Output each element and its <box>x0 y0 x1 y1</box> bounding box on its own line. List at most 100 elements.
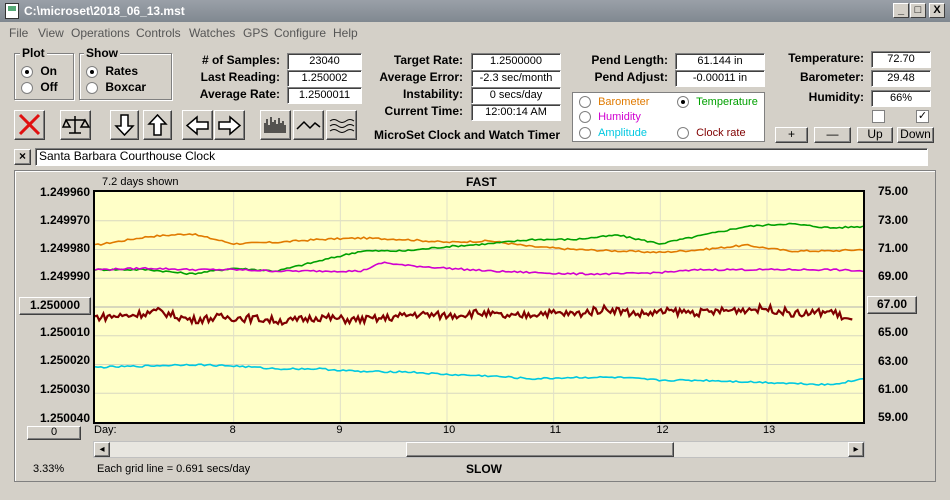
barometer-option[interactable]: Barometer <box>579 96 649 109</box>
last-reading-label: Last Reading: <box>200 70 280 84</box>
days-shown-label: 7.2 days shown <box>102 176 179 188</box>
app-icon <box>5 3 19 19</box>
right-axis-label: 75.00 <box>877 184 908 198</box>
plot-off-label: Off <box>40 80 58 94</box>
average-rate-label: Average Rate: <box>199 87 280 101</box>
center-rate-button[interactable]: 1.250000 <box>19 297 91 315</box>
clock-name-input[interactable]: Santa Barbara Courthouse Clock <box>35 148 928 166</box>
bars-view-button[interactable] <box>260 110 291 140</box>
arrow-down-icon <box>114 114 135 137</box>
samples-label: # of Samples: <box>201 53 280 67</box>
window-title: C:\microset\2018_06_13.mst <box>24 4 185 18</box>
scale-up-button[interactable]: Up <box>857 127 893 143</box>
humidity-option-label: Humidity <box>598 111 641 123</box>
right-axis-label: 73.00 <box>877 213 908 227</box>
center-temperature-button[interactable]: 67.00 <box>867 296 917 314</box>
current-time-field: 12:00:14 AM <box>471 104 561 121</box>
instability-field: 0 secs/day <box>471 87 561 104</box>
show-boxcar-radio[interactable] <box>86 81 98 94</box>
scroll-right-button[interactable] <box>214 110 245 140</box>
average-error-field: -2.3 sec/month <box>471 70 561 87</box>
multi-wave-button[interactable] <box>326 110 357 140</box>
scroll-left-arrow[interactable]: ◂ <box>94 442 110 457</box>
plot-on-radio[interactable] <box>21 65 33 78</box>
show-rates-radio[interactable] <box>86 65 98 78</box>
humidity-radio[interactable] <box>579 111 591 124</box>
target-rate-label: Target Rate: <box>393 53 463 67</box>
amplitude-option[interactable]: Amplitude <box>579 127 647 140</box>
menu-watches[interactable]: Watches <box>189 26 235 40</box>
barometer-label: Barometer: <box>799 70 864 84</box>
left-axis-label: 1.250030 <box>39 382 90 396</box>
close-button[interactable]: X <box>929 3 945 18</box>
scale-plus-button[interactable]: + <box>775 127 808 143</box>
scroll-right-arrow[interactable]: ▸ <box>848 442 864 457</box>
temperature-option[interactable]: Temperature <box>677 96 758 109</box>
menu-configure[interactable]: Configure <box>274 26 326 40</box>
x-tick-label: 13 <box>763 424 776 436</box>
menu-gps[interactable]: GPS <box>243 26 268 40</box>
amplitude-radio[interactable] <box>579 127 591 140</box>
clock-rate-option[interactable]: Clock rate <box>677 127 746 140</box>
show-rates-option[interactable]: Rates <box>86 64 138 78</box>
scroll-up-button[interactable] <box>143 110 172 140</box>
humidity-option[interactable]: Humidity <box>579 111 641 124</box>
series-line-4 <box>95 301 853 327</box>
option-checkbox-2[interactable]: ✓ <box>916 110 929 123</box>
pend-adjust-label: Pend Adjust: <box>594 70 668 84</box>
right-axis-label: 63.00 <box>877 354 908 368</box>
scale-down-button[interactable]: Down <box>897 127 934 143</box>
left-axis-label: 1.249970 <box>39 213 90 227</box>
series-line-3 <box>95 261 863 276</box>
temperature-label: Temperature: <box>788 51 864 65</box>
clock-name-close-button[interactable]: × <box>14 149 31 165</box>
rate-chart <box>95 192 863 422</box>
average-rate-field: 1.2500011 <box>287 87 362 104</box>
pend-length-label: Pend Length: <box>591 53 668 67</box>
menu-help[interactable]: Help <box>333 26 358 40</box>
show-boxcar-option[interactable]: Boxcar <box>86 80 146 94</box>
plot-off-option[interactable]: Off <box>21 80 58 94</box>
scrollbar-thumb[interactable] <box>406 442 674 457</box>
menu-file[interactable]: File <box>9 26 28 40</box>
x-tick-label: 12 <box>656 424 669 436</box>
wave-view-icon <box>296 120 321 130</box>
left-axis-label: 1.250040 <box>39 411 90 425</box>
balance-icon <box>61 116 91 134</box>
clock-rate-radio[interactable] <box>677 127 689 140</box>
balance-button[interactable] <box>60 110 91 140</box>
minimize-button[interactable]: _ <box>893 3 909 18</box>
target-rate-field[interactable]: 1.2500000 <box>471 53 561 70</box>
right-axis-label: 59.00 <box>877 410 908 424</box>
arrow-up-icon <box>147 113 168 136</box>
fast-label: FAST <box>466 175 497 189</box>
show-group-label: Show <box>84 46 120 60</box>
menu-controls[interactable]: Controls <box>136 26 181 40</box>
plot-on-option[interactable]: On <box>21 64 57 78</box>
grid-note: Each grid line = 0.691 secs/day <box>97 463 251 475</box>
menu-operations[interactable]: Operations <box>71 26 130 40</box>
option-checkbox-1[interactable] <box>872 110 885 123</box>
scroll-left-button[interactable] <box>182 110 213 140</box>
wave-view-button[interactable] <box>293 110 324 140</box>
menu-view[interactable]: View <box>38 26 64 40</box>
time-scrollbar[interactable]: ◂ ▸ <box>93 441 865 458</box>
pend-length-field[interactable]: 61.144 in <box>675 53 765 70</box>
last-reading-field: 1.250002 <box>287 70 362 87</box>
barometer-radio[interactable] <box>579 96 591 109</box>
plot-off-radio[interactable] <box>21 81 33 94</box>
left-axis-label: 1.250020 <box>39 353 90 367</box>
arrow-left-icon <box>185 115 209 136</box>
scroll-down-button[interactable] <box>110 110 139 140</box>
left-axis-label: 1.249980 <box>39 241 90 255</box>
series-line-5 <box>95 363 863 386</box>
show-boxcar-label: Boxcar <box>105 80 147 94</box>
clock-rate-option-label: Clock rate <box>696 127 746 139</box>
temperature-radio[interactable] <box>677 96 689 109</box>
zero-button[interactable]: 0 <box>27 426 81 440</box>
clear-button[interactable] <box>14 110 45 140</box>
scale-minus-button[interactable]: — <box>814 127 851 143</box>
plot-group-label: Plot <box>20 46 47 60</box>
left-axis-label: 1.249960 <box>39 185 90 199</box>
maximize-button[interactable]: □ <box>910 3 926 18</box>
